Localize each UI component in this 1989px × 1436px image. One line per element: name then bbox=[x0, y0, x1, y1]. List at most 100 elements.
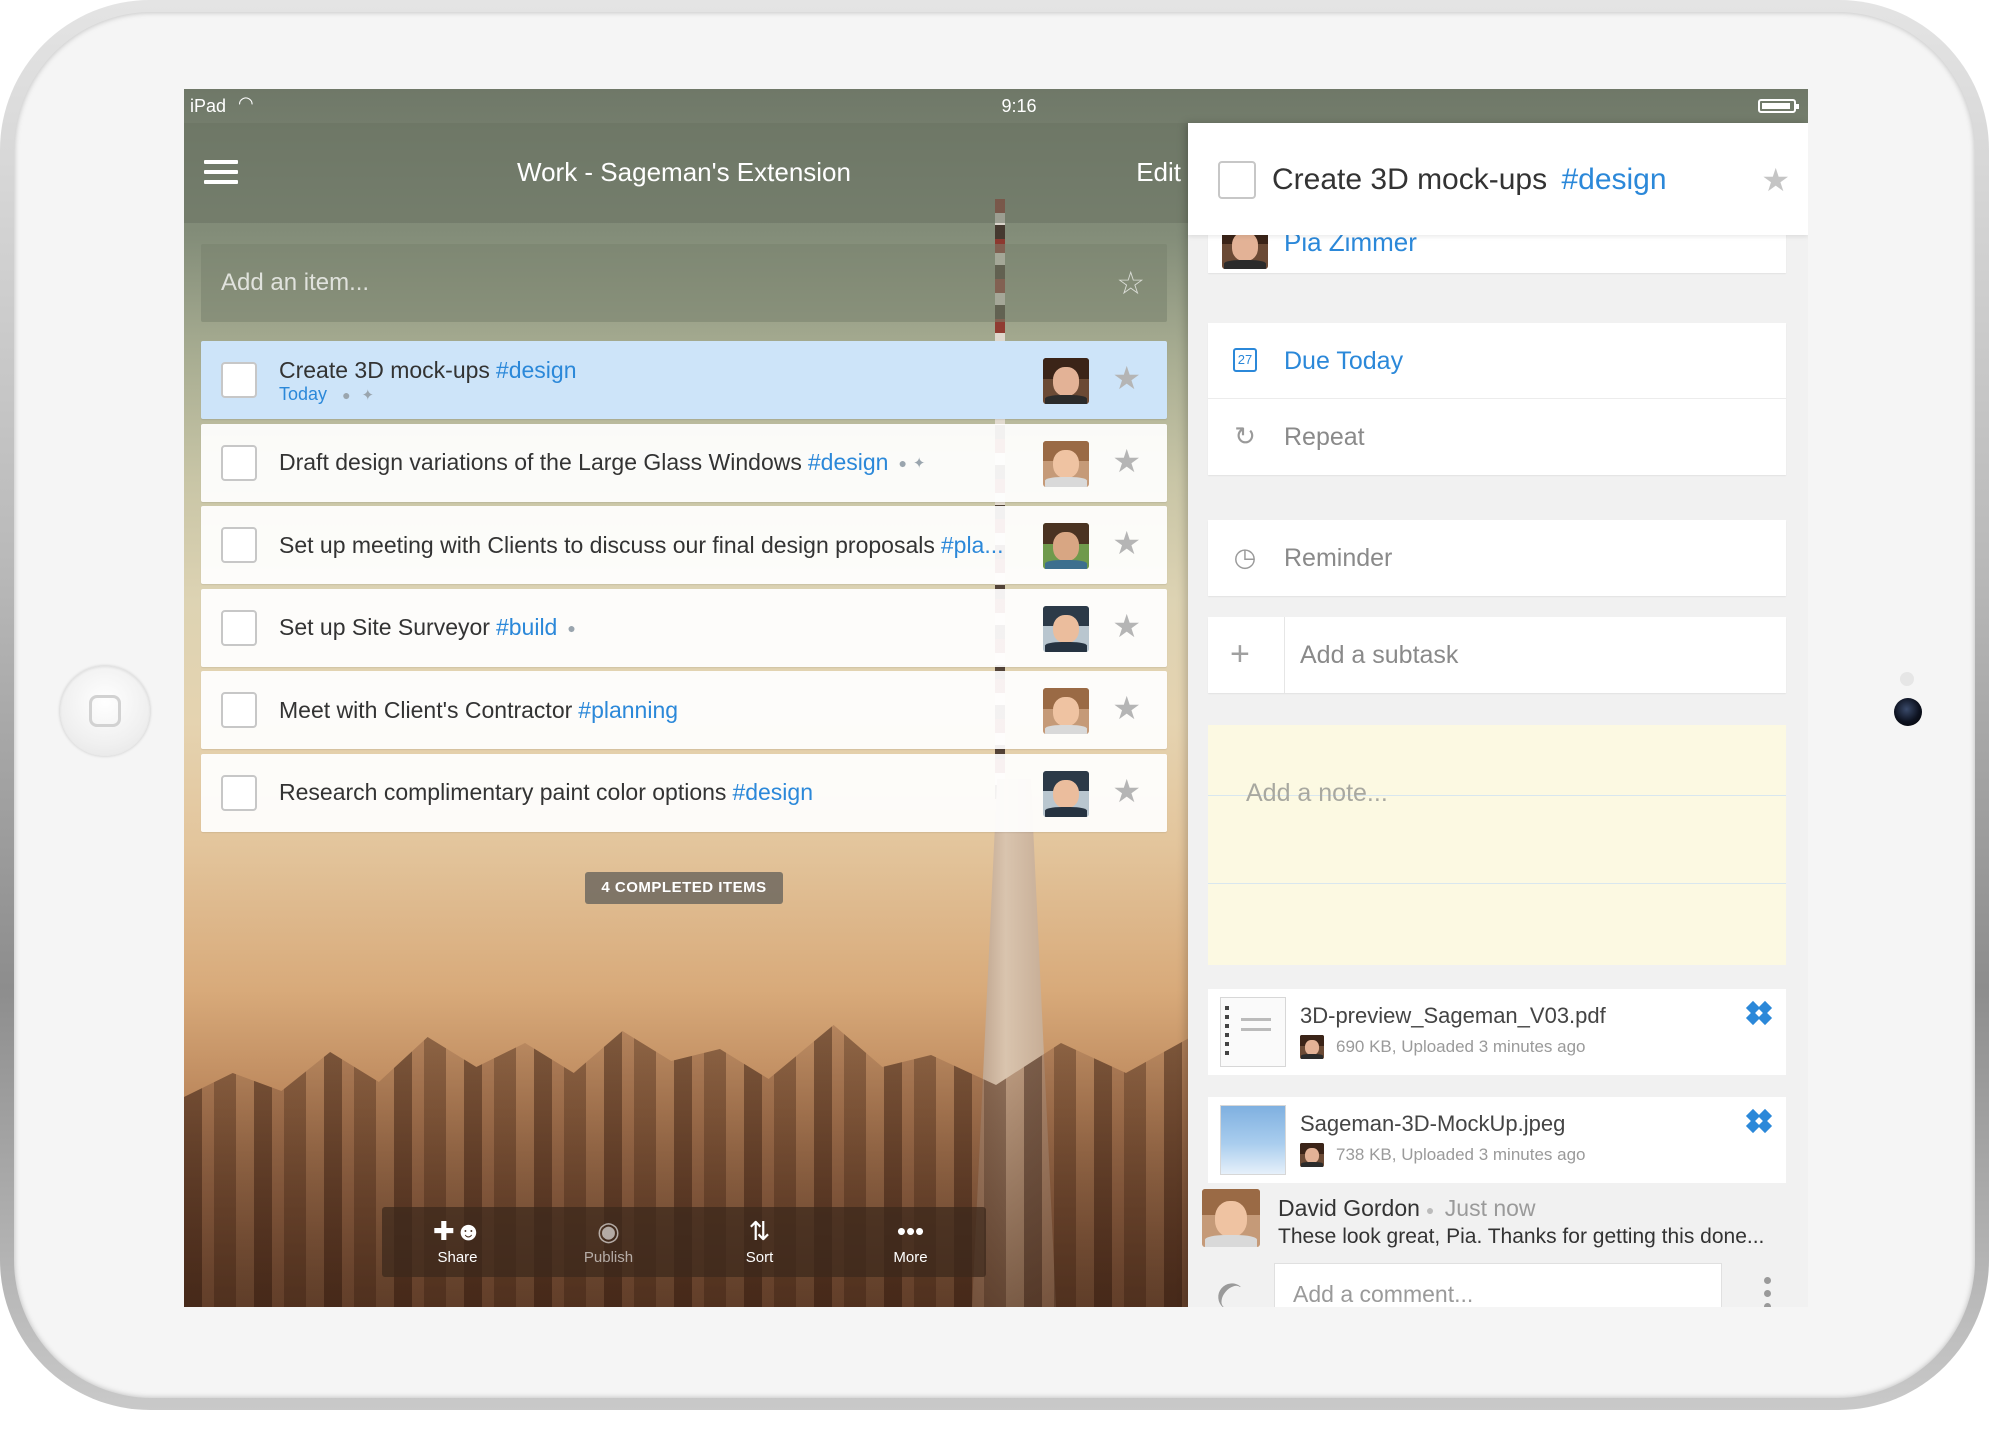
separator-dot: ● bbox=[1425, 1201, 1435, 1218]
sort-button[interactable]: ⇅ Sort bbox=[684, 1207, 835, 1277]
add-subtask-placeholder[interactable]: Add a subtask bbox=[1300, 641, 1458, 670]
task-title: Set up Site Surveyor bbox=[279, 614, 490, 640]
subtask-divider bbox=[1284, 617, 1285, 693]
home-square-icon bbox=[89, 695, 121, 727]
star-icon[interactable]: ★ bbox=[1112, 359, 1141, 397]
task-checkbox[interactable] bbox=[221, 527, 257, 563]
plus-icon[interactable]: + bbox=[1230, 635, 1250, 674]
assignee-avatar bbox=[1043, 605, 1089, 652]
home-button[interactable] bbox=[60, 666, 150, 756]
task-tag[interactable]: #design bbox=[808, 449, 889, 476]
comment-text: These look great, Pia. Thanks for gettin… bbox=[1278, 1225, 1765, 1248]
task-title: Set up meeting with Clients to discuss o… bbox=[279, 531, 935, 558]
task-checkbox[interactable] bbox=[221, 609, 257, 646]
more-button[interactable]: ••• More bbox=[835, 1207, 986, 1277]
paperclip-icon[interactable]: ❨ bbox=[1206, 1271, 1248, 1307]
reminder-card[interactable]: ◷ Reminder bbox=[1208, 520, 1786, 596]
detail-tag[interactable]: #design bbox=[1561, 163, 1666, 196]
task-title: Create 3D mock-ups bbox=[279, 356, 490, 383]
comment-input[interactable] bbox=[1274, 1263, 1722, 1307]
file-meta: 690 KB, Uploaded 3 minutes ago bbox=[1336, 1037, 1586, 1056]
task-list: Create 3D mock-ups #design Today ● ✦ ★ D… bbox=[201, 341, 1167, 836]
task-tag[interactable]: #design bbox=[496, 357, 577, 384]
dropbox-icon[interactable] bbox=[1745, 1000, 1773, 1026]
add-person-icon: ✚☻ bbox=[432, 1216, 483, 1246]
task-checkbox[interactable] bbox=[221, 444, 257, 481]
completed-items-toggle[interactable]: 4 COMPLETED ITEMS bbox=[585, 872, 783, 904]
dropbox-icon[interactable] bbox=[1745, 1108, 1773, 1134]
commenter-avatar bbox=[1202, 1189, 1260, 1247]
bottom-toolbar: ✚☻ Share ◉ Publish ⇅ Sort ••• More bbox=[382, 1207, 986, 1277]
task-checkbox[interactable] bbox=[221, 774, 257, 811]
star-icon[interactable]: ★ bbox=[1112, 442, 1141, 480]
pdf-thumbnail bbox=[1220, 997, 1286, 1067]
reminder-label: Reminder bbox=[1284, 544, 1393, 572]
notebook-spiral bbox=[1225, 1006, 1229, 1060]
wifi-icon: ◠ bbox=[238, 93, 254, 113]
calendar-icon: 27 bbox=[1233, 348, 1257, 372]
file-attachment[interactable]: 3D-preview_Sageman_V03.pdf 690 KB, Uploa… bbox=[1208, 989, 1786, 1075]
task-row[interactable]: Create 3D mock-ups #design Today ● ✦ ★ bbox=[201, 341, 1167, 419]
sort-az-icon: ⇅ bbox=[748, 1216, 771, 1246]
star-outline-icon[interactable]: ☆ bbox=[1116, 264, 1145, 302]
pin-icon: ✦ bbox=[912, 454, 926, 472]
nav-bar: Work - Sageman's Extension Edit bbox=[184, 123, 1189, 223]
detail-header: Create 3D mock-ups #design ★ bbox=[1188, 123, 1808, 235]
file-attachment[interactable]: Sageman-3D-MockUp.jpeg 738 KB, Uploaded … bbox=[1208, 1097, 1786, 1183]
add-item-input[interactable] bbox=[201, 244, 1081, 322]
star-icon[interactable]: ★ bbox=[1112, 689, 1141, 727]
reminder-row[interactable]: ◷ Reminder bbox=[1208, 520, 1786, 596]
task-tag[interactable]: #pla... bbox=[941, 532, 1004, 559]
task-title-line: Set up meeting with Clients to discuss o… bbox=[279, 506, 1004, 584]
task-title-line: Research complimentary paint color optio… bbox=[279, 754, 813, 832]
task-row[interactable]: Set up Site Surveyor #build ● ★ bbox=[201, 588, 1167, 667]
task-title-line: Draft design variations of the Large Gla… bbox=[279, 424, 925, 502]
task-checkbox[interactable] bbox=[221, 362, 257, 398]
star-icon[interactable]: ★ bbox=[1112, 524, 1141, 562]
task-row[interactable]: Draft design variations of the Large Gla… bbox=[201, 423, 1167, 502]
camera-lens bbox=[1894, 698, 1922, 726]
file-name: Sageman-3D-MockUp.jpeg bbox=[1300, 1111, 1566, 1136]
edit-button[interactable]: Edit bbox=[1136, 157, 1181, 188]
repeat-row[interactable]: ↻ Repeat bbox=[1208, 399, 1786, 475]
task-title: Draft design variations of the Large Gla… bbox=[279, 449, 802, 475]
task-tag[interactable]: #design bbox=[732, 779, 813, 806]
task-checkbox[interactable] bbox=[221, 692, 257, 728]
subtask-card[interactable]: + Add a subtask bbox=[1208, 617, 1786, 693]
comment-icon: ● bbox=[567, 619, 576, 636]
share-label: Share bbox=[437, 1249, 478, 1266]
more-label: More bbox=[893, 1249, 928, 1266]
share-button[interactable]: ✚☻ Share bbox=[382, 1207, 533, 1277]
publish-button[interactable]: ◉ Publish bbox=[533, 1207, 684, 1277]
task-detail-panel: Create 3D mock-ups #design ★ Pia Zimmer … bbox=[1188, 123, 1808, 1307]
clock: 9:16 bbox=[1001, 96, 1037, 116]
note-area[interactable]: Add a note... bbox=[1208, 725, 1786, 965]
task-due-line: Today ● ✦ bbox=[279, 384, 374, 405]
due-repeat-card: 27 Due Today ↻ Repeat bbox=[1208, 323, 1786, 475]
detail-checkbox[interactable] bbox=[1218, 161, 1256, 199]
due-date-label: Due Today bbox=[1284, 347, 1404, 375]
add-item-bar: ☆ bbox=[201, 244, 1167, 322]
detail-title-line[interactable]: Create 3D mock-ups #design bbox=[1272, 163, 1667, 197]
repeat-icon: ↻ bbox=[1234, 421, 1256, 451]
star-icon[interactable]: ★ bbox=[1112, 607, 1141, 645]
assignee-avatar bbox=[1043, 358, 1089, 404]
due-date-row[interactable]: 27 Due Today bbox=[1208, 323, 1786, 399]
note-placeholder: Add a note... bbox=[1246, 779, 1388, 807]
task-tag[interactable]: #build bbox=[496, 614, 557, 641]
star-icon[interactable]: ★ bbox=[1112, 772, 1141, 810]
battery-icon bbox=[1758, 99, 1799, 113]
assignee-avatar bbox=[1043, 440, 1089, 487]
task-title: Research complimentary paint color optio… bbox=[279, 779, 727, 805]
pin-icon: ✦ bbox=[361, 387, 375, 404]
task-row[interactable]: Meet with Client's Contractor #planning … bbox=[201, 671, 1167, 749]
detail-star-icon[interactable]: ★ bbox=[1761, 161, 1790, 199]
task-row[interactable]: Research complimentary paint color optio… bbox=[201, 753, 1167, 832]
more-dots-icon: ••• bbox=[896, 1216, 925, 1246]
repeat-label: Repeat bbox=[1284, 423, 1365, 451]
task-tag[interactable]: #planning bbox=[578, 697, 678, 724]
task-row[interactable]: Set up meeting with Clients to discuss o… bbox=[201, 506, 1167, 584]
more-options-icon[interactable] bbox=[1764, 1277, 1772, 1307]
sensor-dot bbox=[1900, 672, 1914, 686]
app-screen: iPad ◠ 9:16 Work - Sageman's Extension E… bbox=[184, 89, 1808, 1307]
